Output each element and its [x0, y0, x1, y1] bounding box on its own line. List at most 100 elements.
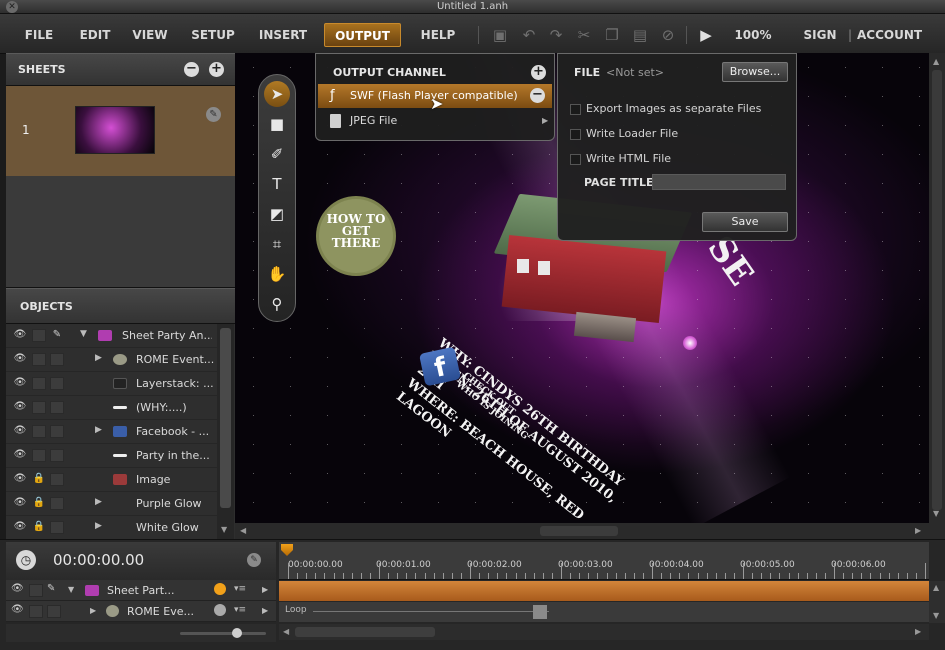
how-to-get-there-badge[interactable]: HOW TO GET THERE — [319, 199, 393, 273]
edit-toggle[interactable] — [50, 377, 64, 390]
menu-help[interactable]: HELP — [414, 23, 462, 47]
edit-toggle[interactable] — [50, 449, 64, 462]
timeline-scroll-thumb[interactable] — [295, 627, 435, 637]
edit-toggle[interactable] — [50, 473, 64, 486]
menu-view[interactable]: VIEW — [128, 23, 172, 47]
edit-toggle[interactable] — [50, 521, 64, 534]
menu-output[interactable]: OUTPUT — [324, 23, 401, 47]
paste-icon[interactable]: ▤ — [631, 26, 649, 44]
scroll-right-icon[interactable]: ▶ — [915, 526, 921, 535]
visibility-eye-icon[interactable]: 👁 — [11, 583, 24, 594]
edit-toggle[interactable] — [50, 425, 64, 438]
export-images-checkbox[interactable] — [570, 104, 581, 115]
options-dropdown-icon[interactable]: ▾≡ — [234, 605, 246, 615]
lock-icon[interactable]: 🔒 — [32, 473, 46, 486]
lock-toggle[interactable] — [29, 584, 43, 597]
undo-icon[interactable]: ↶ — [520, 26, 538, 44]
save-icon[interactable]: ▣ — [491, 26, 509, 44]
expand-arrow-icon[interactable]: ▶ — [90, 606, 96, 615]
scroll-up-icon[interactable]: ▲ — [933, 57, 939, 66]
stage-vertical-scrollbar[interactable]: ▲ ▼ — [929, 53, 945, 523]
object-row[interactable]: 👁 ▶ Facebook - ... — [6, 420, 224, 444]
account-link[interactable]: ACCOUNT — [857, 23, 922, 47]
remove-channel-button[interactable]: − — [530, 88, 545, 103]
timeline-horizontal-scrollbar[interactable]: ◀ ▶ — [279, 624, 929, 640]
scroll-right-icon[interactable]: ▶ — [915, 627, 921, 636]
expand-arrow-icon[interactable]: ▶ — [95, 521, 102, 531]
menu-edit[interactable]: EDIT — [74, 23, 116, 47]
sheet-item[interactable]: 1 ✎ — [6, 86, 235, 176]
add-channel-button[interactable]: + — [531, 65, 546, 80]
object-row[interactable]: 👁 Layerstack: ... — [6, 372, 224, 396]
visibility-eye-icon[interactable]: 👁 — [13, 449, 27, 462]
edit-toggle[interactable] — [47, 605, 61, 618]
lock-icon[interactable]: 🔒 — [32, 521, 46, 534]
timeline-row[interactable]: 👁 ▶ ROME Eve... ▾≡ ▶ — [6, 601, 276, 622]
expand-arrow-icon[interactable]: ▶ — [95, 497, 102, 507]
sheet-track-bar[interactable] — [279, 581, 929, 601]
sign-in-link[interactable]: SIGN IN — [795, 23, 845, 66]
delete-icon[interactable]: ⊘ — [659, 26, 677, 44]
object-row[interactable]: 👁 🔒 ▶ White Glow — [6, 516, 224, 539]
lock-toggle[interactable] — [32, 377, 46, 390]
write-loader-checkbox[interactable] — [570, 129, 581, 140]
brush-icon[interactable]: ✐ — [264, 141, 290, 167]
object-row[interactable]: 👁 ✎ ▼ Sheet Party An... — [6, 324, 224, 348]
expand-arrow-icon[interactable]: ▶ — [262, 585, 268, 594]
preview-icon[interactable]: ▶ — [697, 26, 715, 44]
visibility-eye-icon[interactable]: 👁 — [13, 329, 27, 342]
expand-arrow-icon[interactable]: ▶ — [95, 353, 102, 363]
objects-scroll-thumb[interactable] — [220, 328, 231, 508]
options-dropdown-icon[interactable]: ▾≡ — [234, 584, 246, 594]
visibility-eye-icon[interactable]: 👁 — [13, 377, 27, 390]
collapse-arrow-icon[interactable]: ▼ — [68, 585, 74, 594]
timeline-settings-icon[interactable]: ✎ — [247, 553, 261, 567]
menu-setup[interactable]: SETUP — [188, 23, 238, 47]
lock-toggle[interactable] — [32, 449, 46, 462]
lock-icon[interactable]: 🔒 — [32, 497, 46, 510]
expand-arrow-icon[interactable]: ▶ — [262, 606, 268, 615]
hand-icon[interactable]: ✋ — [264, 261, 290, 287]
sheet-settings-icon[interactable]: ✎ — [206, 107, 221, 122]
object-track[interactable]: Loop — [279, 602, 929, 622]
stopwatch-icon[interactable]: ◷ — [16, 550, 36, 570]
transform-grid-icon[interactable]: ⌗ — [264, 231, 290, 257]
timer-icon[interactable] — [214, 583, 226, 595]
stage-horizontal-scrollbar[interactable]: ◀ ▶ — [235, 523, 945, 539]
browse-button[interactable]: Browse... — [722, 62, 788, 82]
visibility-eye-icon[interactable]: 👁 — [13, 353, 27, 366]
edit-pencil-icon[interactable]: ✎ — [50, 329, 64, 342]
zoom-icon[interactable]: ⚲ — [264, 291, 290, 317]
edit-pencil-icon[interactable]: ✎ — [47, 583, 55, 594]
object-row[interactable]: 👁 🔒 ▶ Purple Glow — [6, 492, 224, 516]
menu-insert[interactable]: INSERT — [254, 23, 312, 47]
object-row[interactable]: 👁 (WHY:....) — [6, 396, 224, 420]
vertical-scroll-thumb[interactable] — [932, 70, 942, 510]
add-sheet-button[interactable]: + — [209, 62, 224, 77]
text-tool-icon[interactable]: T — [264, 171, 290, 197]
scroll-left-icon[interactable]: ◀ — [283, 627, 289, 636]
visibility-eye-icon[interactable]: 👁 — [13, 401, 27, 414]
lock-toggle[interactable] — [32, 329, 46, 342]
zoom-level[interactable]: 100% — [733, 23, 773, 47]
lock-toggle[interactable] — [29, 605, 43, 618]
redo-icon[interactable]: ↷ — [547, 26, 565, 44]
timeline-vertical-scrollbar[interactable]: ▲ ▼ — [929, 581, 945, 623]
select-arrow-icon[interactable]: ➤ — [264, 81, 290, 107]
cut-icon[interactable]: ✂ — [575, 26, 593, 44]
expand-arrow-icon[interactable]: ▶ — [95, 425, 102, 435]
scroll-up-icon[interactable]: ▲ — [933, 583, 939, 592]
write-html-checkbox[interactable] — [570, 154, 581, 165]
scroll-down-icon[interactable]: ▼ — [933, 611, 939, 620]
objects-scrollbar[interactable]: ▼ — [217, 324, 234, 539]
visibility-eye-icon[interactable]: 👁 — [11, 604, 24, 615]
playhead-icon[interactable] — [281, 544, 293, 556]
edit-toggle[interactable] — [50, 353, 64, 366]
scroll-down-icon[interactable]: ▼ — [221, 525, 227, 534]
scroll-left-icon[interactable]: ◀ — [240, 526, 246, 535]
lock-toggle[interactable] — [32, 425, 46, 438]
keyframe-marker[interactable] — [533, 605, 547, 619]
timer-icon[interactable] — [214, 604, 226, 616]
collapse-arrow-icon[interactable]: ▼ — [80, 329, 87, 339]
zoom-slider-handle[interactable] — [232, 628, 242, 638]
